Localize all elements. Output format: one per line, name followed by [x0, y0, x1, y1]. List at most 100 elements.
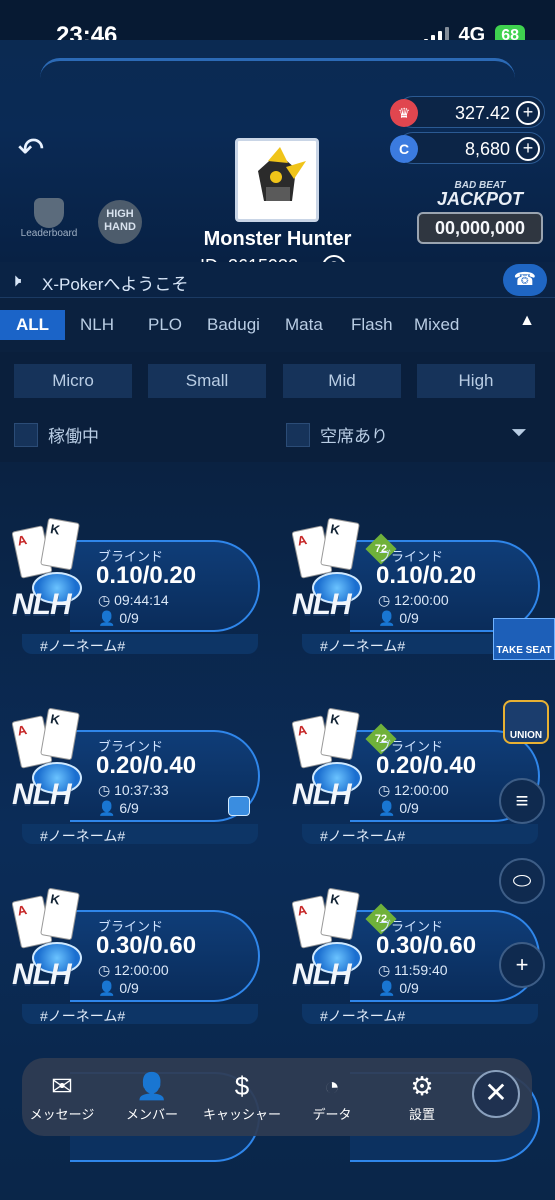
add-blue-coins-button[interactable]: +: [516, 137, 540, 161]
customer-support-button[interactable]: ☎: [503, 264, 547, 296]
table-name: #ノーネーム#: [320, 638, 406, 654]
tab-mixed[interactable]: Mixed: [414, 310, 459, 340]
table-name: #ノーネーム#: [40, 828, 126, 844]
game-type-label: NLH: [12, 588, 72, 621]
tab-nlh[interactable]: NLH: [80, 310, 114, 340]
person-icon: 👤: [135, 1071, 169, 1101]
checkbox-box[interactable]: [286, 422, 310, 447]
blind-stakes: 0.10/0.20: [96, 562, 197, 589]
table-time: ◷ 12:00:00: [378, 592, 449, 609]
players-value: 0/9: [119, 610, 139, 626]
announcement-bar: 🕨 X-Pokerへようこそ ☎: [0, 262, 555, 298]
back-button[interactable]: ↶: [12, 130, 50, 168]
game-type-tabs: ALL NLH PLO Badugi Mata Flash Mixed ▲: [0, 298, 555, 352]
blue-coin-icon: C: [390, 135, 418, 163]
dock-label: 設置: [408, 1107, 435, 1122]
tab-plo[interactable]: PLO: [148, 310, 182, 340]
tab-mata[interactable]: Mata: [285, 310, 323, 340]
person-icon: 👤: [98, 800, 116, 816]
active-tables-checkbox[interactable]: 稼働中: [14, 422, 99, 447]
announcement-text: X-Pokerへようこそ: [42, 275, 189, 294]
gear-icon: ⚙: [410, 1071, 434, 1101]
plus-icon: +: [515, 952, 529, 977]
game-type-label: NLH: [292, 588, 352, 621]
take-seat-button[interactable]: TAKE SEAT: [493, 618, 555, 660]
time-value: 11:59:40: [394, 962, 448, 978]
table-time: ◷ 09:44:14: [98, 592, 169, 609]
blue-coin-balance: C 8,680 +: [390, 132, 545, 164]
high-hand-label: HIGH HAND: [104, 208, 136, 233]
table-card[interactable]: A K NLH ブラインド 0.30/0.60 ◷ 12:00:00 👤 0/9…: [10, 872, 260, 1024]
back-arrow-icon: ↶: [17, 131, 45, 167]
close-dock-button[interactable]: ✕: [472, 1070, 520, 1118]
stake-small-button[interactable]: Small: [148, 364, 266, 398]
table-view-button[interactable]: ⬭: [499, 858, 545, 904]
players-value: 0/9: [119, 980, 139, 996]
player-name: Monster Hunter: [203, 228, 352, 250]
table-players: 👤 0/9: [378, 610, 419, 627]
dock-cashier[interactable]: $ キャッシャー: [202, 1070, 282, 1123]
stake-micro-button[interactable]: Micro: [14, 364, 132, 398]
red-chip-balance: ♛ 327.42 +: [390, 96, 545, 128]
person-icon: 👤: [378, 980, 396, 996]
checkbox-box[interactable]: [14, 422, 38, 447]
dock-messages[interactable]: ✉ メッセージ: [22, 1070, 102, 1123]
blind-stakes: 0.20/0.40: [376, 752, 477, 779]
person-icon: 👤: [378, 800, 396, 816]
blind-stakes: 0.30/0.60: [376, 932, 477, 959]
table-card[interactable]: A K NLH ブラインド 0.10/0.20 ◷ 09:44:14 👤 0/9…: [10, 502, 260, 654]
table-card[interactable]: A K NLH ブラインド 0.20/0.40 ◷ 10:37:33 👤 6/9…: [10, 692, 260, 844]
clock-icon: ◷: [98, 962, 111, 978]
clock-icon: ◷: [378, 782, 391, 798]
bad-beat-jackpot[interactable]: BAD BEAT JACKPOT 00,000,000: [417, 180, 543, 244]
filter-icon[interactable]: ⏷: [511, 422, 537, 446]
table-name: #ノーネーム#: [320, 828, 406, 844]
union-button[interactable]: UNION: [503, 700, 549, 744]
close-icon: ✕: [484, 1077, 508, 1108]
menu-button[interactable]: ≡: [499, 778, 545, 824]
add-red-chips-button[interactable]: +: [516, 101, 540, 125]
dock-label: データ: [312, 1107, 352, 1122]
stake-filters: Micro Small Mid High 稼働中 空席あり ⏷: [0, 352, 555, 462]
avatar[interactable]: [235, 138, 319, 222]
bottom-dock: ✉ メッセージ 👤 メンバー $ キャッシャー ◔ データ ⚙ 設置 ✕: [22, 1058, 532, 1136]
table-name: #ノーネーム#: [320, 1008, 406, 1024]
triangle-up-icon: ▲: [519, 312, 535, 329]
time-value: 09:44:14: [114, 592, 169, 608]
players-value: 0/9: [399, 800, 419, 816]
table-time: ◷ 12:00:00: [98, 962, 169, 979]
blind-stakes: 0.20/0.40: [96, 752, 197, 779]
tab-badugi[interactable]: Badugi: [207, 310, 260, 340]
clock-icon: ◷: [378, 962, 391, 978]
blind-stakes: 0.10/0.20: [376, 562, 477, 589]
person-icon: 👤: [98, 610, 116, 626]
table-icon: ⬭: [512, 868, 532, 893]
tab-flash[interactable]: Flash: [351, 310, 393, 340]
game-type-label: NLH: [12, 778, 72, 811]
person-icon: 👤: [378, 610, 396, 626]
tab-all[interactable]: ALL: [0, 310, 66, 340]
dock-data[interactable]: ◔ データ: [292, 1070, 372, 1123]
active-tables-label: 稼働中: [48, 427, 99, 446]
dock-members[interactable]: 👤 メンバー: [112, 1070, 192, 1123]
stake-high-button[interactable]: High: [417, 364, 535, 398]
blind-stakes: 0.30/0.60: [96, 932, 197, 959]
table-time: ◷ 11:59:40: [378, 962, 448, 979]
collapse-tabs-button[interactable]: ▲: [519, 312, 535, 330]
pie-chart-icon: ◔: [324, 1071, 340, 1101]
game-type-label: NLH: [12, 958, 72, 991]
dollar-icon: $: [234, 1071, 250, 1101]
stake-mid-button[interactable]: Mid: [283, 364, 401, 398]
red-chip-icon: ♛: [390, 99, 418, 127]
game-type-label: NLH: [292, 778, 352, 811]
dock-settings[interactable]: ⚙ 設置: [382, 1070, 462, 1123]
leaderboard-button[interactable]: Leaderboard: [18, 198, 80, 244]
open-seats-checkbox[interactable]: 空席あり: [286, 422, 388, 447]
players-value: 0/9: [399, 610, 419, 626]
create-table-button[interactable]: +: [499, 942, 545, 988]
table-name: #ノーネーム#: [40, 1008, 126, 1024]
mail-icon: ✉: [51, 1071, 73, 1101]
header-frame: [40, 58, 515, 88]
open-seats-label: 空席あり: [320, 427, 388, 446]
high-hand-button[interactable]: HIGH HAND: [98, 200, 142, 244]
